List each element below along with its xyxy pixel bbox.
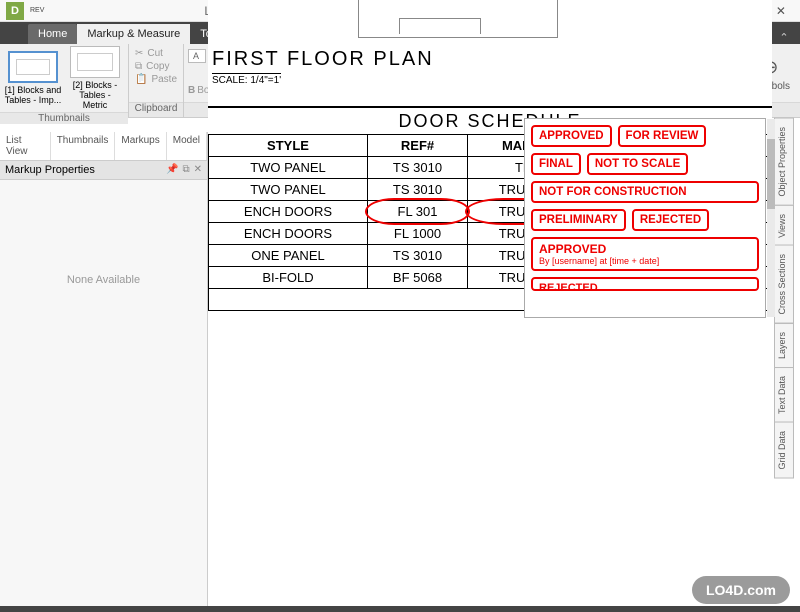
panel-empty-text: None Available xyxy=(0,180,207,380)
sidetab-grid-data[interactable]: Grid Data xyxy=(774,422,794,479)
sidetab-cross-sections[interactable]: Cross Sections xyxy=(774,245,794,324)
ribbon-collapse-icon[interactable]: ⌃ xyxy=(768,31,800,44)
sidetab-object-properties[interactable]: Object Properties xyxy=(774,118,794,206)
table-cell: TS 3010 xyxy=(367,157,467,179)
cut-button[interactable]: ✂Cut xyxy=(135,48,163,59)
stamp-rejected[interactable]: REJECTED xyxy=(632,209,709,231)
table-cell: TWO PANEL xyxy=(209,179,368,201)
sidetab-text-data[interactable]: Text Data xyxy=(774,367,794,423)
stamps-dropdown: APPROVED FOR REVIEW FINAL NOT TO SCALE N… xyxy=(524,118,766,318)
stamp-preliminary[interactable]: PRELIMINARY xyxy=(531,209,626,231)
table-cell: ENCH DOORS xyxy=(209,223,368,245)
copy-button[interactable]: ⧉Copy xyxy=(135,61,170,72)
scrollbar[interactable] xyxy=(767,119,775,317)
panel-pin-icon[interactable]: 📌 xyxy=(166,164,178,176)
stamp-not-to-scale[interactable]: NOT TO SCALE xyxy=(587,153,688,175)
stamp-rejected-by[interactable]: REJECTED xyxy=(531,277,759,291)
lp-tab-markups[interactable]: Markups xyxy=(115,132,166,160)
thumbnail-2[interactable]: [2] Blocks - Tables - Metric xyxy=(66,46,124,110)
table-cell: TS 3010 xyxy=(367,245,467,267)
paste-icon: 📋 xyxy=(135,74,147,85)
revision-cloud xyxy=(365,198,470,225)
table-cell: TS 3010 xyxy=(367,179,467,201)
status-bar xyxy=(0,606,800,612)
stamp-final[interactable]: FINAL xyxy=(531,153,581,175)
font-dropdown[interactable]: A xyxy=(188,49,206,63)
group-thumbnails: [1] Blocks and Tables - Imp... [2] Block… xyxy=(0,44,129,117)
table-cell: FL 1000 xyxy=(367,223,467,245)
drawing-scale: SCALE: 1/4"=1' xyxy=(212,73,281,86)
stamp-approved[interactable]: APPROVED xyxy=(531,125,612,147)
table-cell: FL 301 xyxy=(367,201,467,223)
table-cell: ENCH DOORS xyxy=(209,201,368,223)
lp-tab-thumbnails[interactable]: Thumbnails xyxy=(51,132,116,160)
col-ref: REF# xyxy=(367,135,467,157)
lp-tab-model[interactable]: Model xyxy=(167,132,207,160)
scissors-icon: ✂ xyxy=(135,48,143,59)
panel-close-icon[interactable]: ✕ xyxy=(194,164,202,176)
sidetab-views[interactable]: Views xyxy=(774,205,794,247)
stamp-not-for-construction[interactable]: NOT FOR CONSTRUCTION xyxy=(531,181,759,203)
table-cell: BI-FOLD xyxy=(209,267,368,289)
stamp-approved-by[interactable]: APPROVED By [username] at [time + date] xyxy=(531,237,759,271)
tab-home[interactable]: Home xyxy=(28,24,77,44)
close-button[interactable]: ✕ xyxy=(776,4,786,18)
group-label: Thumbnails xyxy=(0,112,128,124)
table-cell: ONE PANEL xyxy=(209,245,368,267)
lp-tab-listview[interactable]: List View xyxy=(0,132,51,160)
stamp-for-review[interactable]: FOR REVIEW xyxy=(618,125,707,147)
thumbnail-1[interactable]: [1] Blocks and Tables - Imp... xyxy=(4,51,62,105)
plan-sketch xyxy=(358,0,558,38)
group-label: Clipboard xyxy=(129,102,183,117)
drawing-title: FIRST FLOOR PLAN xyxy=(212,48,772,71)
side-tabs: Object Properties Views Cross Sections L… xyxy=(774,118,794,477)
app-icon: D xyxy=(6,2,24,20)
col-style: STYLE xyxy=(209,135,368,157)
copy-icon: ⧉ xyxy=(135,61,142,72)
panel-title: Markup Properties xyxy=(5,164,95,176)
app-subtext: REV xyxy=(30,7,44,14)
paste-button[interactable]: 📋Paste xyxy=(135,74,177,85)
tab-markup-measure[interactable]: Markup & Measure xyxy=(77,24,190,44)
left-panel: List View Thumbnails Markups Model Marku… xyxy=(0,132,208,606)
table-cell: TWO PANEL xyxy=(209,157,368,179)
watermark: LO4D.com xyxy=(692,576,790,604)
table-cell: BF 5068 xyxy=(367,267,467,289)
sidetab-layers[interactable]: Layers xyxy=(774,323,794,368)
group-clipboard: ✂Cut ⧉Copy 📋Paste Clipboard xyxy=(129,44,184,117)
panel-popup-icon[interactable]: ⧉ xyxy=(182,164,189,176)
